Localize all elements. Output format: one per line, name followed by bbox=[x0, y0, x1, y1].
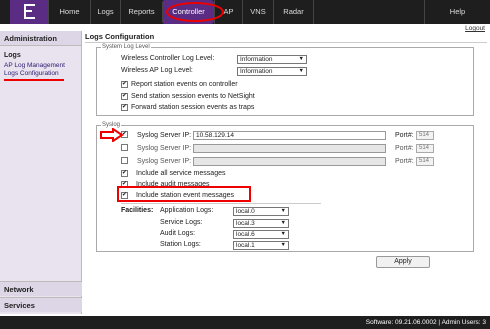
ap-log-level-value: Information bbox=[240, 68, 273, 75]
help-link[interactable]: Help bbox=[424, 0, 490, 24]
syslog-server-2-port-input[interactable]: 514 bbox=[416, 144, 434, 153]
chevron-down-icon: ▼ bbox=[280, 220, 286, 226]
nav-reports[interactable]: Reports bbox=[120, 0, 162, 24]
top-nav-bar: Home Logs Reports Controller AP VNS Rada… bbox=[0, 0, 490, 24]
page-title: Logs Configuration bbox=[85, 31, 487, 43]
syslog-server-2-label: Syslog Server IP: bbox=[137, 145, 192, 152]
controller-log-level-select[interactable]: Information ▼ bbox=[237, 55, 307, 64]
syslog-server-3-label: Syslog Server IP: bbox=[137, 158, 192, 165]
audit-logs-value: local.6 bbox=[236, 231, 255, 238]
syslog-server-1-ip-input[interactable]: 10.58.129.14 bbox=[193, 131, 386, 140]
nav-vns[interactable]: VNS bbox=[242, 0, 273, 24]
annotation-box-station-events bbox=[117, 186, 251, 202]
status-bar: Software: 09.21.06.0002 | Admin Users: 3 bbox=[0, 316, 490, 329]
syslog-server-3-checkbox[interactable] bbox=[121, 157, 128, 164]
annotation-oval-controller bbox=[166, 2, 224, 22]
nav-logs[interactable]: Logs bbox=[90, 0, 120, 24]
include-service-messages-label: Include all service messages bbox=[136, 170, 226, 177]
syslog-server-3-port-input[interactable]: 514 bbox=[416, 157, 434, 166]
service-logs-value: local.3 bbox=[236, 220, 255, 227]
sidebar-item-logs-configuration[interactable]: Logs Configuration bbox=[0, 70, 81, 78]
sidebar-item-network[interactable]: Network bbox=[0, 281, 82, 296]
station-logs-label: Station Logs: bbox=[160, 241, 201, 248]
report-station-events-label: Report station events on controller bbox=[131, 81, 238, 88]
application-logs-label: Application Logs: bbox=[160, 207, 214, 214]
service-logs-label: Service Logs: bbox=[160, 219, 203, 226]
application-logs-select[interactable]: local.0 ▼ bbox=[233, 207, 289, 216]
station-logs-select[interactable]: local.1 ▼ bbox=[233, 241, 289, 250]
logo-e-icon bbox=[24, 4, 35, 19]
facilities-label: Facilities: bbox=[121, 207, 154, 214]
sidebar-item-ap-log-management[interactable]: AP Log Management bbox=[0, 62, 81, 70]
nav-divider bbox=[313, 0, 314, 24]
sidebar-group-logs: Logs bbox=[4, 52, 21, 59]
sidebar: Administration Logs AP Log Management Lo… bbox=[0, 31, 82, 314]
forward-traps-checkbox[interactable]: ✔ bbox=[121, 104, 128, 111]
ap-log-level-label: Wireless AP Log Level: bbox=[121, 67, 193, 74]
chevron-down-icon: ▼ bbox=[298, 56, 304, 62]
application-logs-value: local.0 bbox=[236, 208, 255, 215]
chevron-down-icon: ▼ bbox=[298, 68, 304, 74]
audit-logs-select[interactable]: local.6 ▼ bbox=[233, 230, 289, 239]
apply-button[interactable]: Apply bbox=[376, 256, 430, 268]
audit-logs-label: Audit Logs: bbox=[160, 230, 196, 237]
brand-logo[interactable] bbox=[10, 0, 48, 24]
syslog-server-3-port-label: Port#: bbox=[395, 158, 414, 165]
nav-radar[interactable]: Radar bbox=[273, 0, 313, 24]
syslog-server-2-port-label: Port#: bbox=[395, 145, 414, 152]
controller-log-level-value: Information bbox=[240, 56, 273, 63]
include-service-messages-checkbox[interactable]: ✔ bbox=[121, 170, 128, 177]
sidebar-item-services[interactable]: Services bbox=[0, 297, 82, 312]
station-logs-value: local.1 bbox=[236, 242, 255, 249]
chevron-down-icon: ▼ bbox=[280, 231, 286, 237]
ap-log-level-select[interactable]: Information ▼ bbox=[237, 67, 307, 76]
main-content: Logs Configuration bbox=[85, 31, 487, 43]
sidebar-section-administration[interactable]: Administration bbox=[0, 31, 81, 46]
syslog-server-2-ip-input[interactable] bbox=[193, 144, 386, 153]
service-logs-select[interactable]: local.3 ▼ bbox=[233, 219, 289, 228]
send-netsight-checkbox[interactable]: ✔ bbox=[121, 93, 128, 100]
annotation-underline-logs-config bbox=[4, 79, 64, 81]
syslog-server-1-label: Syslog Server IP: bbox=[137, 132, 192, 139]
syslog-server-1-port-input[interactable]: 514 bbox=[416, 131, 434, 140]
system-log-legend: System Log Level bbox=[102, 44, 150, 50]
syslog-server-3-ip-input[interactable] bbox=[193, 157, 386, 166]
chevron-down-icon: ▼ bbox=[280, 242, 286, 248]
nav-home[interactable]: Home bbox=[48, 0, 90, 24]
facilities-divider bbox=[121, 203, 321, 204]
controller-log-level-label: Wireless Controller Log Level: bbox=[121, 55, 215, 62]
chevron-down-icon: ▼ bbox=[280, 208, 286, 214]
forward-traps-label: Forward station session events as traps bbox=[131, 104, 255, 111]
send-netsight-label: Send station session events to NetSight bbox=[131, 93, 255, 100]
syslog-server-1-port-label: Port#: bbox=[395, 132, 414, 139]
report-station-events-checkbox[interactable]: ✔ bbox=[121, 81, 128, 88]
red-arrow-icon bbox=[100, 128, 124, 142]
syslog-server-2-checkbox[interactable] bbox=[121, 144, 128, 151]
